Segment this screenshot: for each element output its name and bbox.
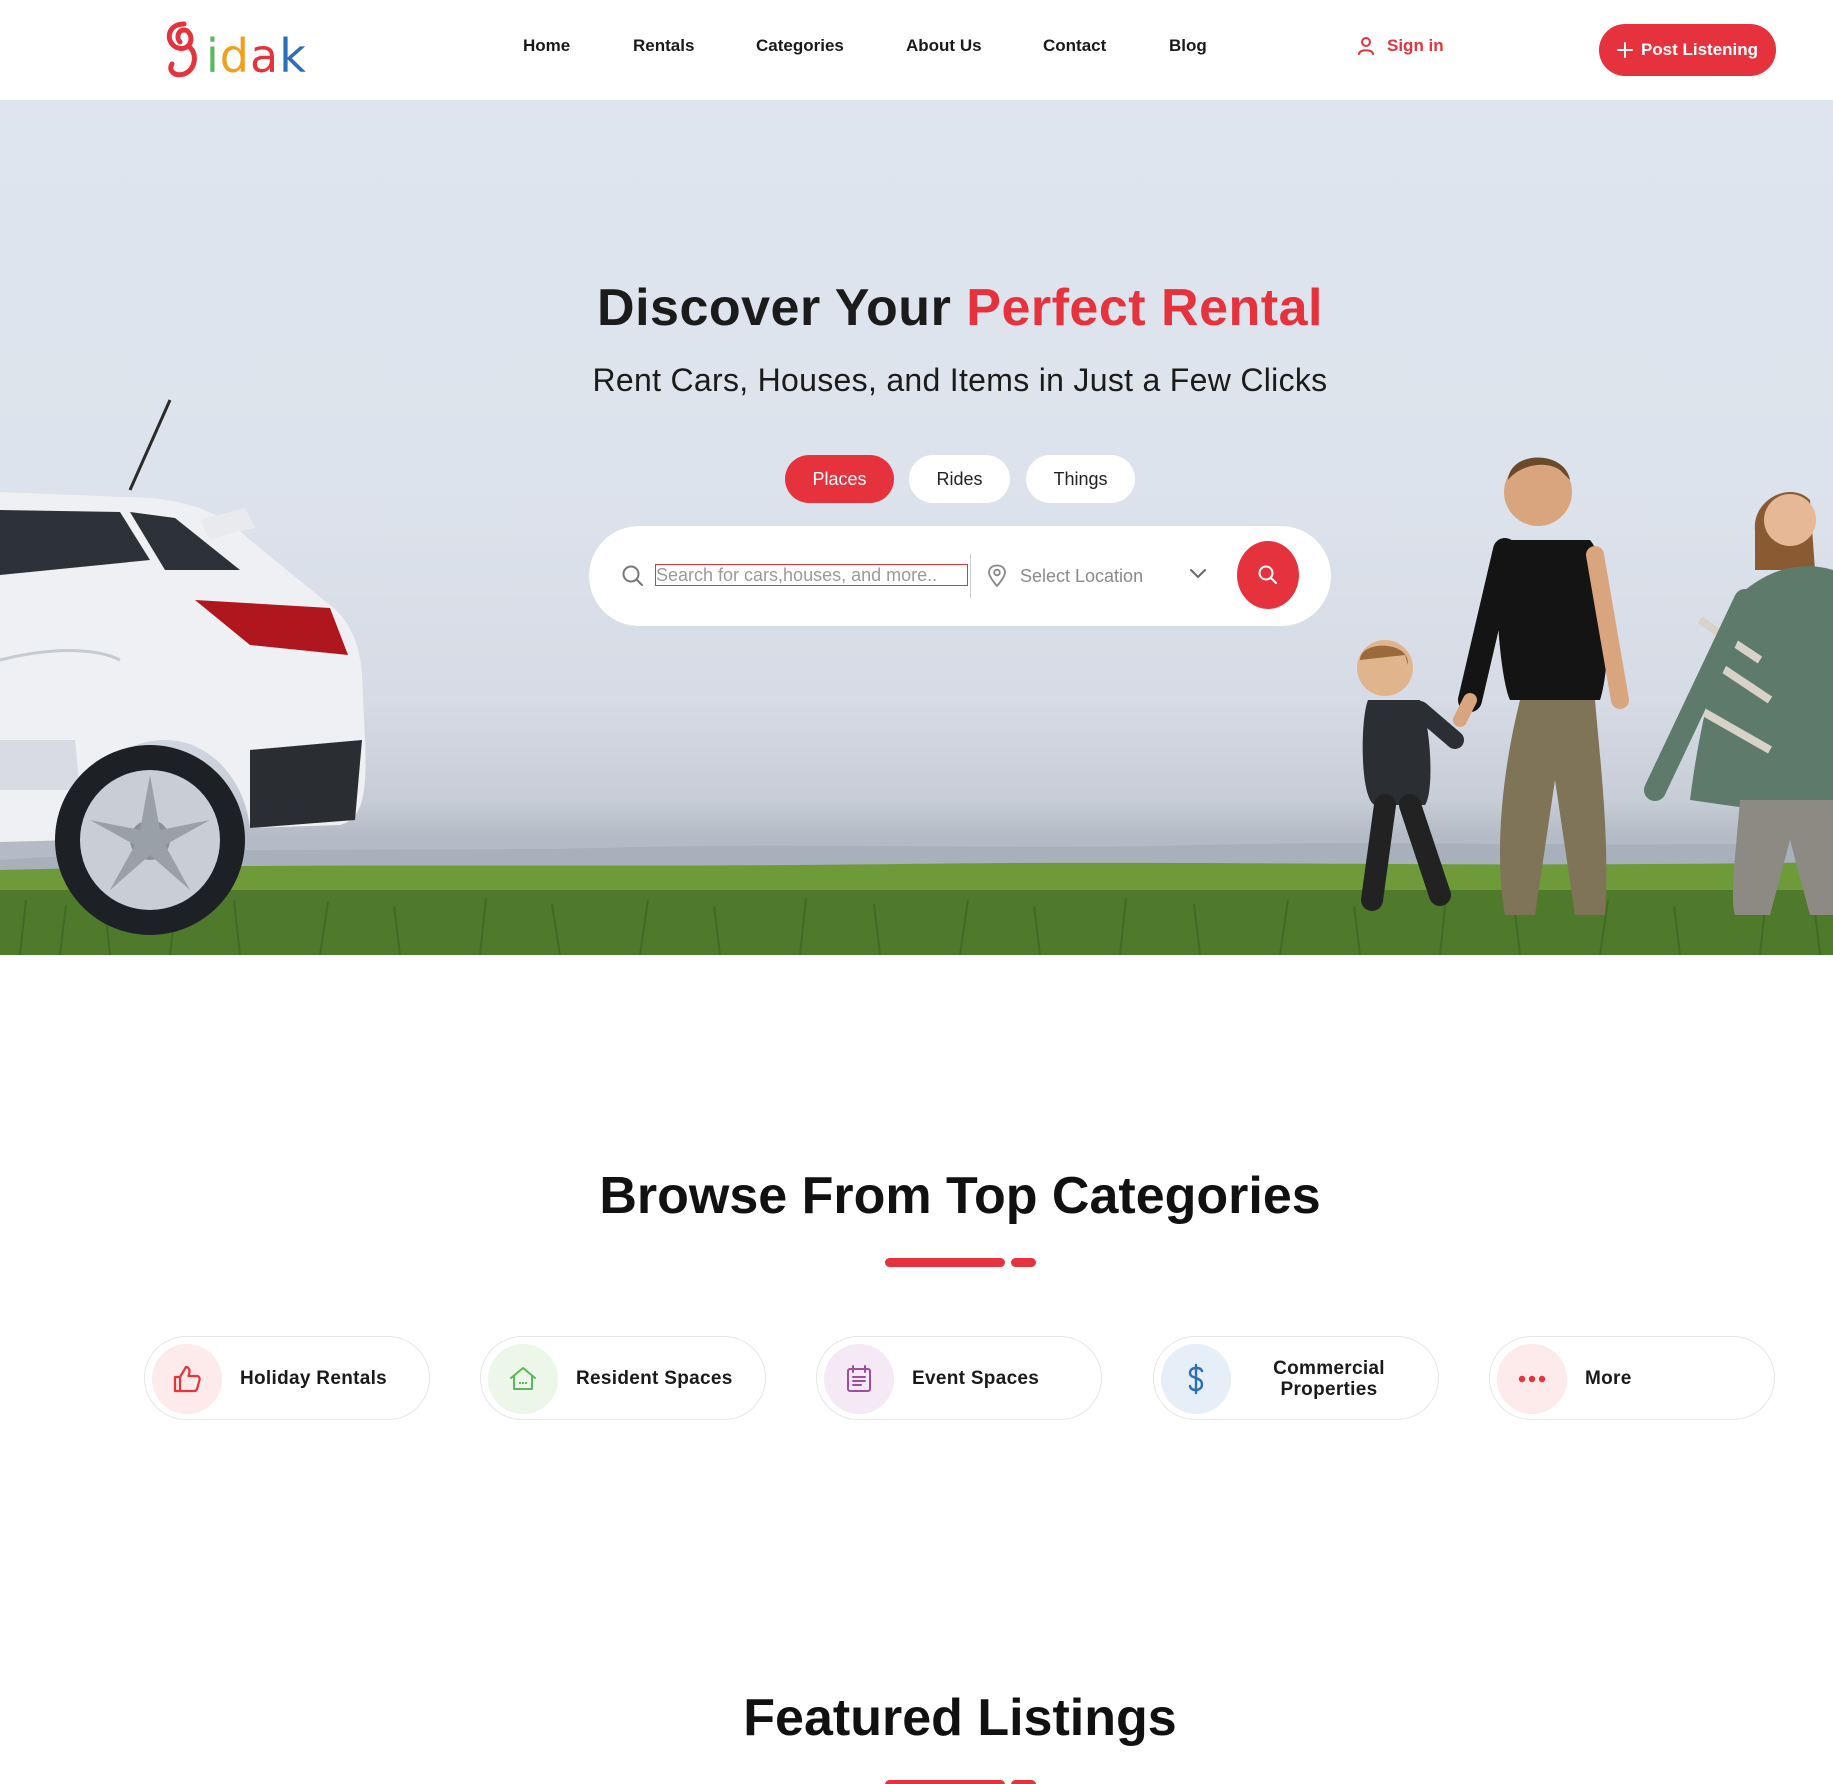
featured-title: Featured Listings [743, 1689, 1177, 1747]
thumbs-up-icon [173, 1365, 201, 1393]
category-commercial-properties[interactable]: Commercial Properties [1153, 1336, 1439, 1420]
logo[interactable]: idak [158, 18, 307, 82]
category-label: Resident Spaces [576, 1368, 733, 1389]
location-select[interactable]: Select Location [1020, 566, 1143, 587]
search-bar: Select Location [589, 526, 1331, 626]
category-icon-bg [152, 1344, 222, 1414]
tab-things[interactable]: Things [1026, 455, 1135, 503]
category-event-spaces[interactable]: Event Spaces [816, 1336, 1102, 1420]
nav-contact[interactable]: Contact [1043, 36, 1106, 56]
hero-title-main: Discover Your [597, 279, 952, 337]
category-icon-bg [824, 1344, 894, 1414]
hero-subtitle: Rent Cars, Houses, and Items in Just a F… [592, 362, 1328, 398]
plus-icon [1616, 42, 1633, 58]
categories-title: Browse From Top Categories [599, 1167, 1321, 1225]
search-button[interactable] [1237, 541, 1299, 609]
nav-categories[interactable]: Categories [756, 36, 844, 56]
category-resident-spaces[interactable]: Resident Spaces [480, 1336, 766, 1420]
search-icon [622, 565, 643, 586]
post-listing-button[interactable]: Post Listening [1599, 24, 1776, 76]
category-label: More [1585, 1368, 1632, 1389]
calendar-list-icon [847, 1365, 871, 1392]
category-icon-bg [488, 1344, 558, 1414]
tab-places[interactable]: Places [785, 455, 894, 503]
category-icon-bg [1161, 1344, 1231, 1414]
hero-title: Discover Your Perfect Rental [0, 278, 1833, 338]
tab-rides[interactable]: Rides [909, 455, 1010, 503]
more-dots-icon [1518, 1375, 1546, 1383]
dollar-icon [1188, 1363, 1204, 1395]
featured-title-underline [885, 1780, 1036, 1784]
logo-text: idak [206, 29, 307, 83]
user-icon [1358, 37, 1374, 55]
post-listing-label: Post Listening [1640, 40, 1759, 59]
location-pin-icon [988, 564, 1006, 588]
logo-mark-icon [166, 21, 197, 78]
categories-title-underline [885, 1258, 1036, 1267]
search-input[interactable] [655, 564, 968, 586]
nav-blog[interactable]: Blog [1169, 36, 1207, 56]
category-label: Holiday Rentals [240, 1368, 388, 1389]
search-divider [970, 554, 971, 598]
nav-rentals[interactable]: Rentals [633, 36, 694, 56]
category-more[interactable]: More [1489, 1336, 1775, 1420]
category-icon-bg [1497, 1344, 1567, 1414]
search-button-icon [1258, 565, 1277, 584]
hero-section: Discover Your Perfect Rental Rent Cars, … [0, 100, 1833, 955]
chevron-down-icon[interactable] [1189, 568, 1207, 580]
category-holiday-rentals[interactable]: Holiday Rentals [144, 1336, 430, 1420]
hero-title-accent: Perfect Rental [966, 279, 1323, 337]
sign-in-link[interactable]: Sign in [1357, 36, 1444, 56]
nav-home[interactable]: Home [523, 36, 570, 56]
house-icon [510, 1367, 536, 1390]
category-label: Commercial Properties [1273, 1358, 1385, 1400]
site-header: idak Home Rentals Categories About Us Co… [0, 0, 1833, 100]
sign-in-label: Sign in [1387, 36, 1444, 55]
category-label: Event Spaces [912, 1368, 1040, 1389]
nav-about-us[interactable]: About Us [906, 36, 982, 56]
